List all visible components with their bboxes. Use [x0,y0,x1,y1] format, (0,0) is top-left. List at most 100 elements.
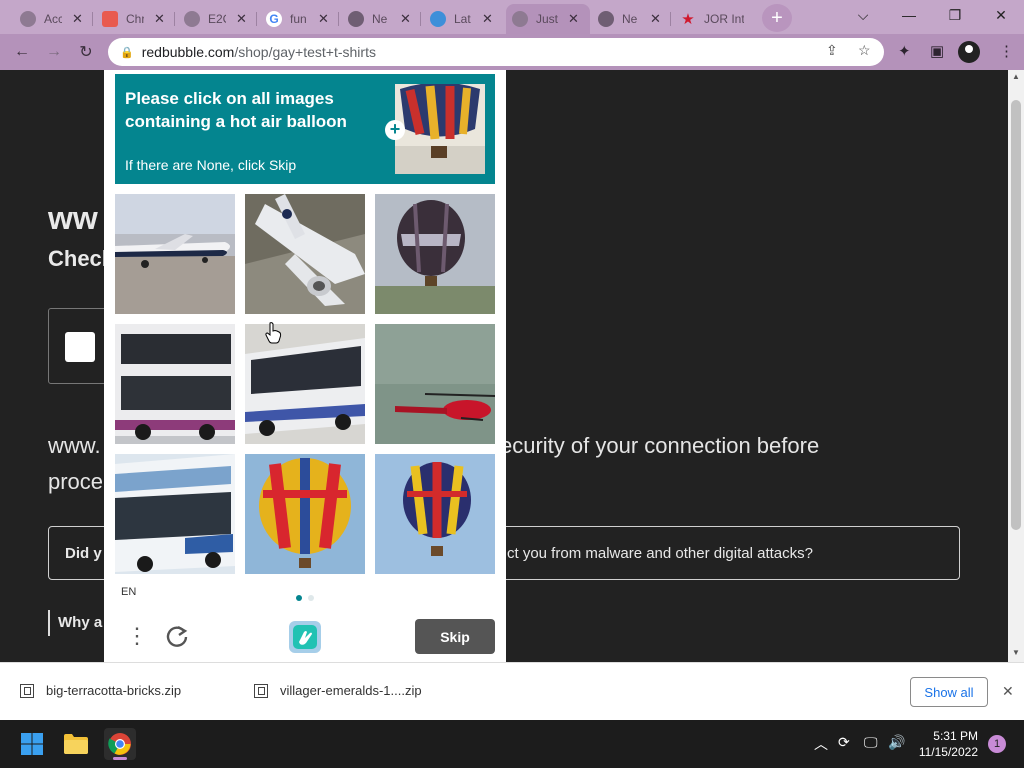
url-domain: redbubble.com [141,44,235,60]
verify-checkbox[interactable] [65,332,95,362]
tab-title: Lat [454,12,471,26]
page-indicator-dot [308,595,314,601]
description-text: proce [48,469,104,494]
scroll-up-icon[interactable]: ▲ [1008,72,1024,81]
tab-title: Chr [126,12,144,26]
refresh-icon[interactable] [164,623,190,649]
close-window-button[interactable]: ✕ [978,0,1024,30]
browser-toolbar: ← → ↻ 🔒 redbubble.com/shop/gay+test+t-sh… [0,34,1024,70]
volume-icon[interactable]: 🔊 [888,734,905,751]
challenge-tile-6[interactable] [375,324,495,444]
tab-title: Just [536,12,558,26]
network-icon[interactable]: 🖵 [864,734,878,751]
expand-plus-icon[interactable]: + [385,120,405,140]
example-image[interactable] [395,84,485,174]
minimize-button[interactable]: — [886,0,932,30]
description-text: ecurity of your connection before [500,433,820,458]
tab[interactable]: Lat ✕ [424,4,499,34]
extensions-puzzle-icon[interactable]: ✦ [898,42,911,60]
challenge-tile-3[interactable] [375,194,495,314]
close-icon[interactable]: ✕ [568,11,579,27]
restore-button[interactable]: ❐ [932,0,978,30]
tab-search-chevron-icon[interactable]: ⌵ [840,0,886,30]
start-button[interactable] [16,728,48,760]
new-tab-button[interactable]: + [762,4,792,32]
reload-icon[interactable]: ↻ [74,40,98,64]
close-icon[interactable]: ✕ [482,11,493,27]
language-selector[interactable]: EN [121,586,136,598]
chrome-taskbar-button[interactable] [104,728,136,760]
download-filename: big-terracotta-bricks.zip [46,683,182,698]
tab[interactable]: Ne ✕ [592,4,667,34]
hand-cursor-icon [265,322,282,344]
tray-chevron-icon[interactable]: ︿ [814,734,828,754]
menu-kebab-icon[interactable]: ⋮ [999,42,1014,60]
chrome-store-icon [102,11,118,27]
chrome-icon [108,733,131,755]
side-panel-icon[interactable]: ▣ [930,42,944,60]
challenge-tile-7[interactable] [115,454,235,574]
challenge-tile-5[interactable] [245,324,365,444]
challenge-tile-2[interactable] [245,194,365,314]
tab[interactable]: Chr ✕ [96,4,171,34]
challenge-grid [115,194,495,574]
zip-file-icon [254,683,268,698]
tab[interactable]: Ne ✕ [342,4,417,34]
close-icon[interactable]: ✕ [154,11,165,27]
back-arrow-icon[interactable]: ← [10,40,34,64]
close-icon[interactable]: ✕ [72,11,83,27]
scroll-down-icon[interactable]: ▼ [1008,648,1024,657]
system-clock[interactable]: 5:31 PM 11/15/2022 [916,728,978,760]
windows-logo-icon [21,733,43,755]
tab[interactable]: G fun ✕ [260,4,335,34]
file-explorer-button[interactable] [60,728,92,760]
download-item[interactable]: big-terracotta-bricks.zip [20,683,181,698]
close-icon[interactable]: ✕ [318,11,329,27]
profile-avatar[interactable] [958,41,980,63]
hcaptcha-logo-icon [288,620,322,654]
downloads-bar: big-terracotta-bricks.zip villager-emera… [0,662,1024,720]
skip-button[interactable]: Skip [415,619,495,654]
close-icon[interactable]: ✕ [400,11,411,27]
lock-icon: 🔒 [120,46,134,59]
share-icon[interactable]: ⇪ [826,42,838,59]
tab-title: JOR Int [704,12,744,26]
notification-badge[interactable]: 1 [988,735,1006,753]
challenge-tile-1[interactable] [115,194,235,314]
close-icon[interactable]: ✕ [650,11,661,27]
menu-dots-icon[interactable]: ⋮ [126,624,148,648]
clock-date: 11/15/2022 [918,745,978,759]
challenge-tile-9[interactable] [375,454,495,574]
globe-icon [348,11,364,27]
bookmark-star-icon[interactable]: ☆ [858,42,871,59]
clock-time: 5:31 PM [933,729,978,743]
tab[interactable]: ★ JOR Int [674,4,750,34]
tab-title: Ne [372,12,388,26]
windows-taskbar: ︿ ⟳ 🖵 🔊 5:31 PM 11/15/2022 [0,720,1024,768]
scrollbar-thumb[interactable] [1011,100,1021,530]
page-scrollbar[interactable]: ▲ ▼ [1008,70,1024,662]
tab-title: Acc [44,12,62,26]
challenge-tile-4[interactable] [115,324,235,444]
tab-title: fun [290,12,307,26]
info-card-text: Did y [65,545,102,562]
google-icon: G [266,11,282,27]
address-bar[interactable]: 🔒 redbubble.com/shop/gay+test+t-shirts ⇪… [108,38,884,66]
info-card-text: ct you from malware and other digital at… [507,545,813,562]
url-path: /shop/gay+test+t-shirts [234,44,376,60]
close-icon[interactable]: ✕ [1002,683,1014,700]
forward-arrow-icon[interactable]: → [42,40,66,64]
hcaptcha-challenge: Please click on all images containing a … [104,70,506,662]
sync-icon[interactable]: ⟳ [838,734,850,751]
tab[interactable]: Acc ✕ [14,4,89,34]
tab[interactable]: E2C ✕ [178,4,253,34]
zip-file-icon [20,683,34,698]
challenge-hint: If there are None, click Skip [125,157,297,173]
show-all-button[interactable]: Show all [910,677,988,707]
tab-active[interactable]: Just ✕ [506,4,590,34]
challenge-tile-8[interactable] [245,454,365,574]
download-item[interactable]: villager-emeralds-1....zip [254,683,422,698]
close-icon[interactable]: ✕ [236,11,247,27]
globe-icon [512,11,528,27]
challenge-prompt: Please click on all images containing a … [125,89,347,131]
